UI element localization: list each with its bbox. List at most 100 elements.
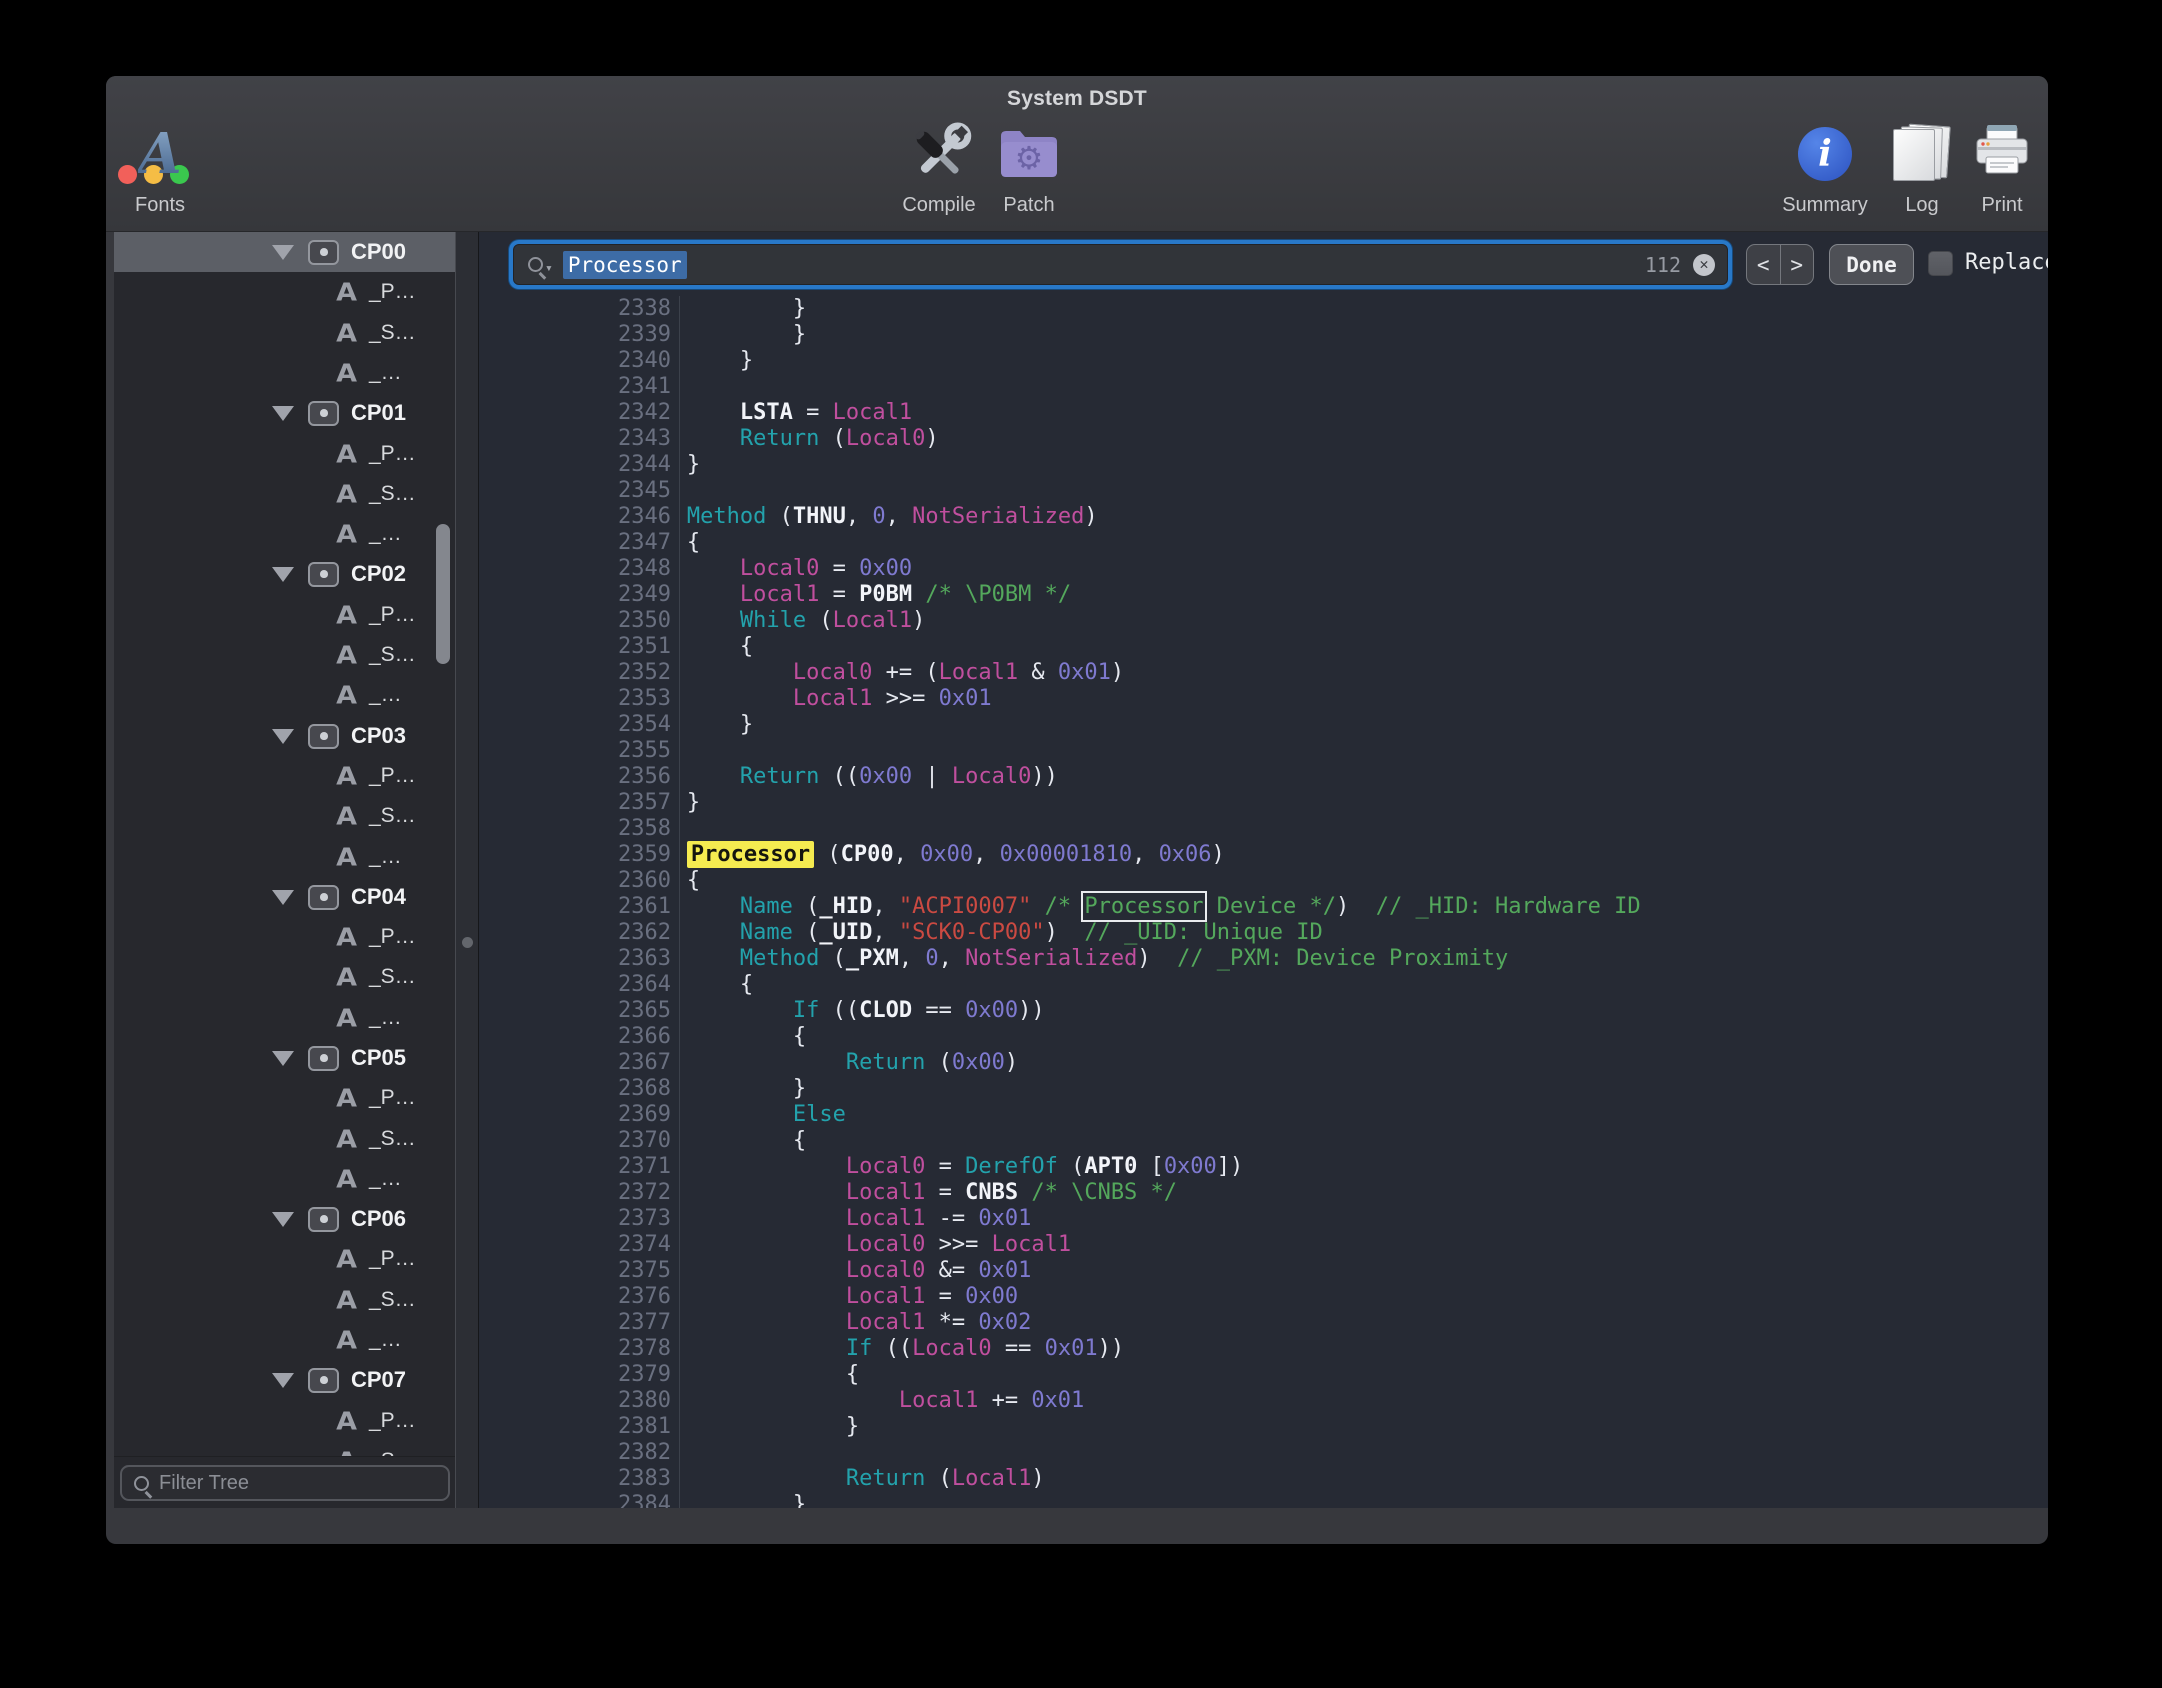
processor-scope-icon xyxy=(308,401,339,426)
code-line: 2359 Processor (CP00, 0x00, 0x00001810, … xyxy=(479,842,2048,868)
tree-row-CP00[interactable]: CP00 xyxy=(114,232,455,272)
tree-row-S[interactable]: A_S… xyxy=(114,635,455,675)
tree-item-label: CP01 xyxy=(351,400,427,426)
tree-row-S[interactable]: A_S… xyxy=(114,1119,455,1159)
code-line: 2340 } xyxy=(479,348,2048,374)
code-line: 2376 Local1 = 0x00 xyxy=(479,1284,2048,1310)
disclosure-triangle-icon[interactable] xyxy=(272,1051,294,1066)
disclosure-triangle-icon[interactable] xyxy=(272,406,294,421)
tree-item-label: _S… xyxy=(369,482,427,506)
tree-row-[interactable]: A_… xyxy=(114,1159,455,1199)
print-button[interactable]: Print xyxy=(1942,120,2048,217)
tree-row-S[interactable]: A_S… xyxy=(114,313,455,353)
code-line: 2349 Local1 = P0BM /* \P0BM */ xyxy=(479,582,2048,608)
tree-row-P[interactable]: A_P… xyxy=(114,1239,455,1279)
code-line: 2353 Local1 >>= 0x01 xyxy=(479,686,2048,712)
code-editor[interactable]: 2338 }2339 }2340 }23412342 LSTA = Local1… xyxy=(479,232,2048,1508)
chevron-down-icon[interactable]: ▾ xyxy=(545,261,553,276)
code-line: 2369 Else xyxy=(479,1102,2048,1128)
tree-row-S[interactable]: A_S… xyxy=(114,1441,455,1456)
tree-row-P[interactable]: A_P… xyxy=(114,1401,455,1441)
code-line: 2346 Method (THNU, 0, NotSerialized) xyxy=(479,504,2048,530)
method-icon: A xyxy=(336,1288,357,1313)
tree-row-CP06[interactable]: CP06 xyxy=(114,1199,455,1239)
code-line: 2364 { xyxy=(479,972,2048,998)
disclosure-triangle-icon[interactable] xyxy=(272,245,294,260)
disclosure-triangle-icon[interactable] xyxy=(272,890,294,905)
patch-folder-icon: ⚙ xyxy=(998,126,1060,182)
disclosure-triangle-icon[interactable] xyxy=(272,567,294,582)
code-line: 2372 Local1 = CNBS /* \CNBS */ xyxy=(479,1180,2048,1206)
code-line: 2341 xyxy=(479,374,2048,400)
line-number: 2355 xyxy=(479,738,671,764)
find-next-button[interactable]: > xyxy=(1781,245,1814,284)
code-line: 2343 Return (Local0) xyxy=(479,426,2048,452)
tree-item-label: CP00 xyxy=(351,239,427,265)
print-label: Print xyxy=(1942,194,2048,217)
tree-row-CP05[interactable]: CP05 xyxy=(114,1038,455,1078)
tree-row-S[interactable]: A_S… xyxy=(114,957,455,997)
find-previous-button[interactable]: < xyxy=(1747,245,1781,284)
tree-row-CP01[interactable]: CP01 xyxy=(114,393,455,433)
titlebar: System DSDT A Fonts xyxy=(106,76,2048,232)
code-line: 2378 If ((Local0 == 0x01)) xyxy=(479,1336,2048,1362)
tree-item-label: _P… xyxy=(369,1086,427,1110)
processor-scope-icon xyxy=(308,1046,339,1071)
replace-label[interactable]: Replace xyxy=(1965,250,2048,275)
fonts-icon: A xyxy=(138,126,181,182)
pane-splitter[interactable] xyxy=(455,232,479,1508)
tree-row-P[interactable]: A_P… xyxy=(114,434,455,474)
tree-row-[interactable]: A_… xyxy=(114,998,455,1038)
replace-checkbox[interactable] xyxy=(1928,251,1953,276)
sidebar-scrollbar-thumb[interactable] xyxy=(436,524,450,664)
patch-button[interactable]: ⚙ Patch xyxy=(969,120,1089,217)
method-icon: A xyxy=(336,280,357,305)
code-line: 2355 xyxy=(479,738,2048,764)
code-line: 2381 } xyxy=(479,1414,2048,1440)
tree-row-P[interactable]: A_P… xyxy=(114,917,455,957)
fonts-button[interactable]: A Fonts xyxy=(106,120,220,217)
method-icon: A xyxy=(336,764,357,789)
tree-item-label: _… xyxy=(369,361,427,385)
code-line: 2380 Local1 += 0x01 xyxy=(479,1388,2048,1414)
find-field-focus-ring: ▾ Processor 112 ✕ xyxy=(509,240,1732,289)
disclosure-triangle-icon[interactable] xyxy=(272,1373,294,1388)
code-line: 2339 } xyxy=(479,322,2048,348)
tree-row-[interactable]: A_… xyxy=(114,1320,455,1360)
method-icon: A xyxy=(336,442,357,467)
method-icon: A xyxy=(336,643,357,668)
code-line: 2363 Method (_PXM, 0, NotSerialized) // … xyxy=(479,946,2048,972)
code-line: 2356 Return ((0x00 | Local0)) xyxy=(479,764,2048,790)
disclosure-triangle-icon[interactable] xyxy=(272,729,294,744)
method-icon: A xyxy=(336,925,357,950)
code-line: 2351 { xyxy=(479,634,2048,660)
tree-row-P[interactable]: A_P… xyxy=(114,756,455,796)
tree-row-CP04[interactable]: CP04 xyxy=(114,877,455,917)
done-button[interactable]: Done xyxy=(1829,244,1914,285)
line-number: 2345 xyxy=(479,478,671,504)
code-line: 2342 LSTA = Local1 xyxy=(479,400,2048,426)
find-input[interactable]: ▾ Processor 112 ✕ xyxy=(513,244,1728,285)
processor-scope-icon xyxy=(308,885,339,910)
tree-row-P[interactable]: A_P… xyxy=(114,272,455,312)
svg-text:⚙: ⚙ xyxy=(1015,139,1044,177)
tree-row-[interactable]: A_… xyxy=(114,837,455,877)
tree-row-S[interactable]: A_S… xyxy=(114,796,455,836)
tree-row-[interactable]: A_… xyxy=(114,675,455,715)
tree-row-P[interactable]: A_P… xyxy=(114,1078,455,1118)
tree-row-[interactable]: A_… xyxy=(114,514,455,554)
code-line: 2374 Local0 >>= Local1 xyxy=(479,1232,2048,1258)
code-line: 2360 { xyxy=(479,868,2048,894)
filter-tree-input[interactable]: Filter Tree xyxy=(120,1465,450,1501)
tree-row-S[interactable]: A_S… xyxy=(114,1280,455,1320)
tree-row-S[interactable]: A_S… xyxy=(114,474,455,514)
tree-row-CP03[interactable]: CP03 xyxy=(114,716,455,756)
tree-row-CP07[interactable]: CP07 xyxy=(114,1360,455,1400)
tree-row-CP02[interactable]: CP02 xyxy=(114,554,455,594)
code-line: 2379 { xyxy=(479,1362,2048,1388)
tree-row-[interactable]: A_… xyxy=(114,353,455,393)
clear-search-icon[interactable]: ✕ xyxy=(1693,254,1715,276)
tree-row-P[interactable]: A_P… xyxy=(114,595,455,635)
splitter-handle-icon[interactable] xyxy=(462,937,473,948)
disclosure-triangle-icon[interactable] xyxy=(272,1212,294,1227)
